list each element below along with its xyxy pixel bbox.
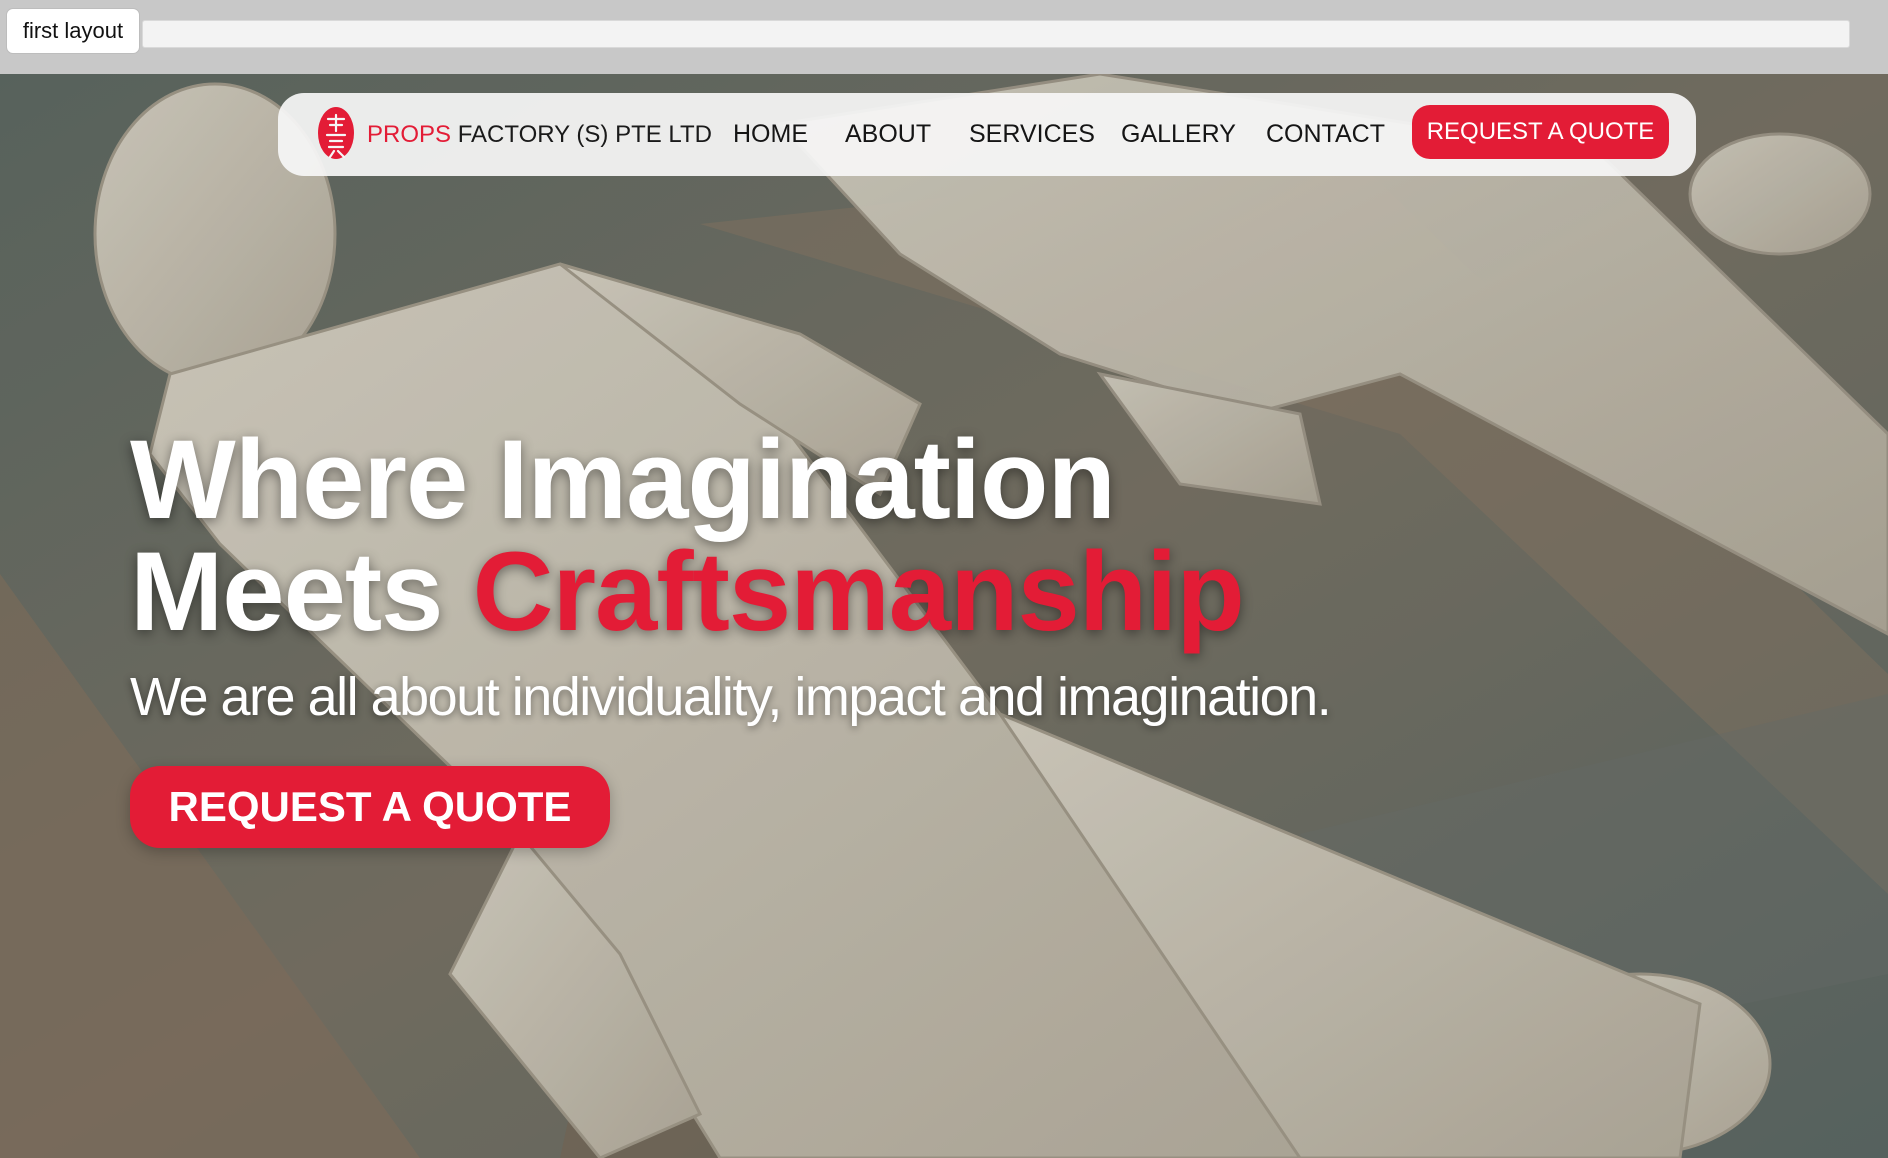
layout-track[interactable] (142, 20, 1850, 48)
nav-link-services[interactable]: SERVICES (969, 120, 1095, 149)
nav-link-contact[interactable]: CONTACT (1266, 120, 1385, 149)
brand-name: PROPS FACTORY (S) PTE LTD (367, 121, 712, 149)
headline-line-2-red: Craftsmanship (472, 529, 1245, 654)
hero-subheadline: We are all about individuality, impact a… (130, 667, 1332, 727)
nav-link-about[interactable]: ABOUT (845, 120, 931, 149)
headline-line-2-white: Meets (130, 529, 473, 654)
main-navigation: PROPS FACTORY (S) PTE LTD HOME ABOUT SER… (278, 93, 1696, 176)
hero-request-quote-button[interactable]: REQUEST A QUOTE (130, 766, 610, 848)
hero-headline: Where Imagination Meets Craftsmanship (130, 424, 1245, 648)
brand-logo-icon (318, 107, 354, 159)
layout-tab[interactable]: first layout (6, 8, 140, 54)
nav-link-home[interactable]: HOME (733, 120, 808, 149)
nav-link-gallery[interactable]: GALLERY (1121, 120, 1236, 149)
brand-name-rest: FACTORY (S) PTE LTD (451, 121, 712, 148)
headline-line-1: Where Imagination (130, 417, 1116, 542)
hero-section: PROPS FACTORY (S) PTE LTD HOME ABOUT SER… (0, 74, 1888, 1158)
editor-toolbar: first layout (0, 0, 1888, 74)
brand-name-highlight: PROPS (367, 121, 452, 148)
nav-request-quote-button[interactable]: REQUEST A QUOTE (1412, 105, 1669, 159)
